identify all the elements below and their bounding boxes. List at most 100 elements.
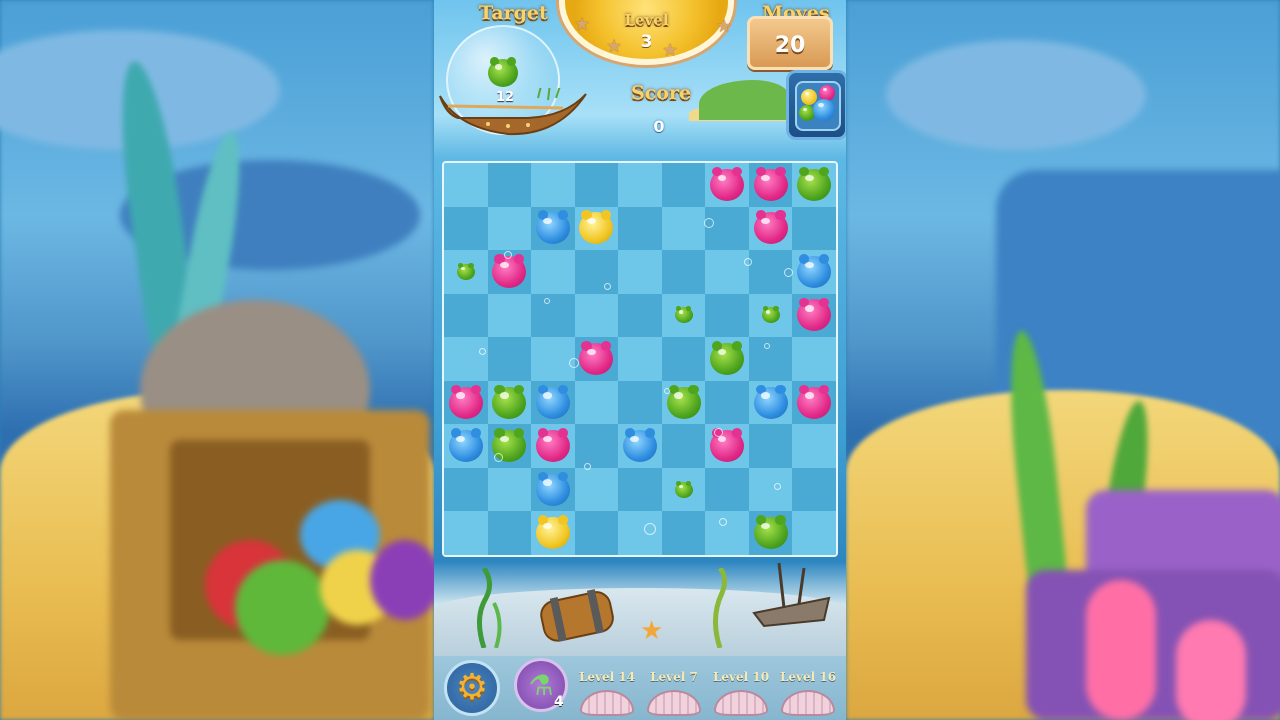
pink-piece[interactable]: [492, 253, 527, 288]
green-piece[interactable]: [797, 166, 832, 201]
board-cell[interactable]: [705, 206, 749, 251]
green-piece[interactable]: [674, 306, 693, 324]
board-cell[interactable]: [705, 250, 749, 294]
board-cell[interactable]: [574, 163, 619, 207]
green-piece[interactable]: [666, 384, 701, 419]
board-cell[interactable]: [705, 293, 749, 338]
green-piece[interactable]: [710, 341, 745, 375]
board-cell[interactable]: [705, 380, 749, 425]
target-count: 12: [496, 90, 515, 105]
board-cell[interactable]: [487, 337, 532, 381]
blue-piece[interactable]: [535, 384, 570, 419]
board-cell[interactable]: [574, 511, 619, 555]
pink-piece[interactable]: [753, 210, 788, 245]
starfish-icon: ★: [640, 616, 664, 646]
board-cell[interactable]: [531, 250, 575, 294]
board-cell[interactable]: [618, 250, 662, 294]
blue-piece[interactable]: [797, 253, 832, 288]
board-cell[interactable]: [618, 163, 662, 207]
board-cell[interactable]: [661, 424, 706, 468]
board-cell[interactable]: [574, 380, 619, 425]
level-slot[interactable]: Level 10: [710, 666, 772, 720]
board-cell[interactable]: [748, 467, 793, 512]
level-slot[interactable]: Level 16: [777, 666, 839, 720]
color-bomb-booster-button[interactable]: [786, 70, 846, 140]
blue-piece[interactable]: [623, 428, 657, 463]
green-piece[interactable]: [456, 262, 475, 280]
bottom-bar: ⚙ ⚗ 4 Level 14 Level 7 Level 10 Level 16: [434, 656, 846, 720]
board-cell[interactable]: [574, 467, 619, 512]
board-cell[interactable]: [792, 424, 836, 468]
score-value: 0: [653, 117, 665, 136]
board-cell[interactable]: [487, 163, 532, 207]
board-cell[interactable]: [487, 293, 532, 338]
level-slot[interactable]: Level 14: [576, 666, 638, 720]
board-cell[interactable]: [748, 337, 793, 381]
board-cell[interactable]: [444, 293, 488, 338]
star-icon: ★: [574, 14, 591, 35]
level-number: 3: [640, 32, 653, 52]
level-slot[interactable]: Level 7: [643, 666, 705, 720]
shell-icon: [647, 690, 701, 716]
board-cell[interactable]: [792, 206, 836, 251]
bubble: [544, 298, 550, 304]
board-cell[interactable]: [792, 511, 836, 555]
pink-piece[interactable]: [753, 166, 788, 201]
bubble: [504, 251, 512, 259]
board-cell[interactable]: [705, 467, 749, 512]
bubble: [714, 428, 723, 437]
board-cell[interactable]: [487, 511, 532, 555]
board-cell[interactable]: [531, 337, 575, 381]
pink-piece[interactable]: [710, 166, 745, 201]
bubble: [704, 218, 714, 228]
board-cell[interactable]: [574, 293, 619, 338]
board-cell[interactable]: [531, 163, 575, 207]
blue-piece[interactable]: [535, 471, 570, 506]
bubble: [479, 348, 486, 355]
board-cell[interactable]: [618, 380, 662, 425]
green-piece[interactable]: [674, 480, 693, 498]
board-cell[interactable]: [444, 511, 488, 555]
board-cell[interactable]: [444, 467, 488, 512]
board-cell[interactable]: [444, 337, 488, 381]
board-cell[interactable]: [661, 511, 706, 555]
settings-button[interactable]: ⚙: [444, 660, 500, 716]
board-cell[interactable]: [748, 424, 793, 468]
green-piece[interactable]: [753, 515, 788, 550]
seaweed-icon: [477, 568, 502, 648]
bubble: [784, 268, 793, 277]
board-cell[interactable]: [574, 250, 619, 294]
board-cell[interactable]: [618, 206, 662, 251]
level-slot-label: Level 14: [578, 670, 636, 684]
board-cell[interactable]: [618, 511, 662, 555]
board-cell[interactable]: [661, 206, 706, 251]
pink-piece[interactable]: [535, 428, 570, 463]
shell-icon: [580, 690, 634, 716]
blue-piece[interactable]: [448, 428, 483, 463]
board-cell[interactable]: [792, 337, 836, 381]
blue-piece[interactable]: [753, 384, 788, 419]
board-cell[interactable]: [618, 293, 662, 338]
bubble: [744, 258, 752, 266]
bubble: [719, 518, 727, 526]
board-cell[interactable]: [792, 467, 836, 512]
pink-piece[interactable]: [448, 384, 483, 419]
board-cell[interactable]: [705, 511, 749, 555]
board-cell[interactable]: [661, 163, 706, 207]
board-cell[interactable]: [618, 337, 662, 381]
board-cell[interactable]: [574, 424, 619, 468]
green-piece[interactable]: [492, 384, 527, 419]
board-cell[interactable]: [487, 467, 532, 512]
board-cell[interactable]: [531, 293, 575, 338]
pink-piece[interactable]: [797, 384, 832, 419]
yellow-piece[interactable]: [535, 515, 570, 550]
board-cell[interactable]: [487, 206, 532, 251]
board-cell[interactable]: [444, 163, 488, 207]
board-cell[interactable]: [661, 250, 706, 294]
potion-count: 4: [554, 694, 564, 710]
board-cell[interactable]: [618, 467, 662, 512]
board-cell[interactable]: [661, 337, 706, 381]
board-cell[interactable]: [444, 206, 488, 251]
blue-piece[interactable]: [535, 210, 570, 245]
target-title: Target: [479, 2, 548, 24]
